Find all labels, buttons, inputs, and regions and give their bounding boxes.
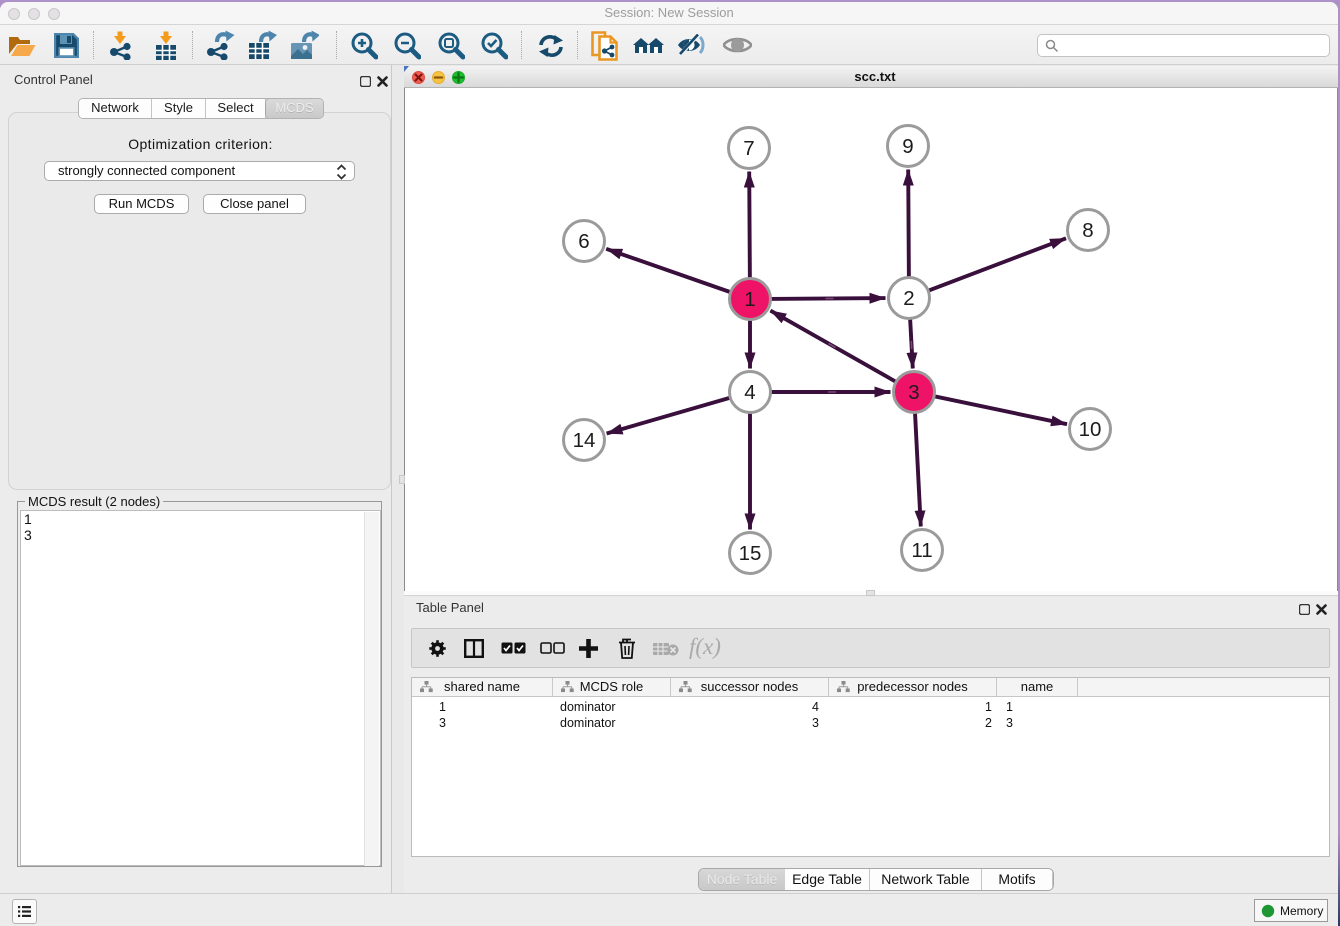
svg-text:11: 11 [911,539,932,562]
svg-text:9: 9 [902,135,913,158]
svg-text:8: 8 [1082,219,1093,242]
svg-text:15: 15 [739,542,762,565]
svg-text:7: 7 [743,137,754,160]
svg-text:6: 6 [578,230,589,253]
svg-text:4: 4 [744,381,755,404]
svg-text:2: 2 [903,287,914,310]
svg-text:10: 10 [1079,418,1102,441]
svg-text:3: 3 [908,381,919,404]
svg-text:14: 14 [573,429,596,452]
svg-text:1: 1 [744,288,755,311]
